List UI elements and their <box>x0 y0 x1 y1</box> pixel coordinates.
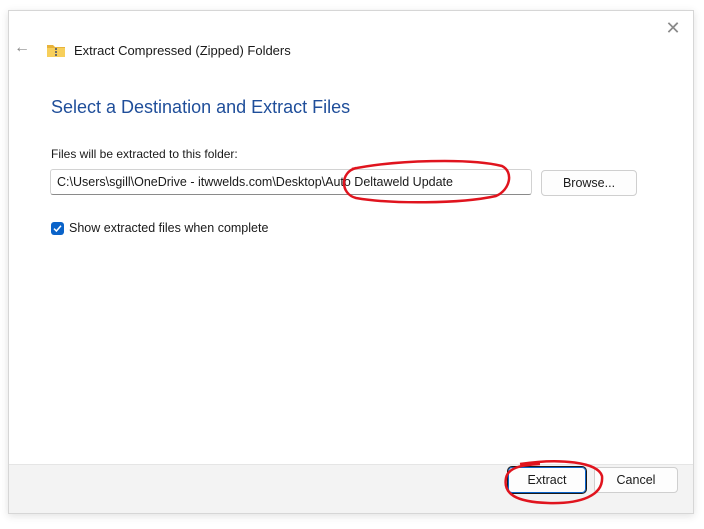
destination-label: Files will be extracted to this folder: <box>51 147 238 161</box>
dialog-footer <box>9 464 693 513</box>
back-arrow-icon[interactable]: ← <box>12 38 32 58</box>
extract-button[interactable]: Extract <box>507 466 587 494</box>
show-files-checkbox-row[interactable]: Show extracted files when complete <box>51 221 268 235</box>
browse-button[interactable]: Browse... <box>541 170 637 196</box>
cancel-button[interactable]: Cancel <box>594 467 678 493</box>
screenshot-stage: ✕ ← Extract Compressed (Zipped) Folders … <box>0 0 704 529</box>
show-files-label: Show extracted files when complete <box>69 221 269 235</box>
checkmark-icon <box>53 224 62 232</box>
close-icon[interactable]: ✕ <box>661 17 685 39</box>
title-row: Extract Compressed (Zipped) Folders <box>46 40 291 60</box>
show-files-checkbox[interactable] <box>51 221 64 235</box>
extract-dialog: ✕ <box>8 10 694 514</box>
destination-path-input[interactable] <box>50 169 532 195</box>
zip-folder-icon <box>46 42 66 58</box>
window-title: Extract Compressed (Zipped) Folders <box>74 42 291 58</box>
page-heading: Select a Destination and Extract Files <box>51 97 351 117</box>
